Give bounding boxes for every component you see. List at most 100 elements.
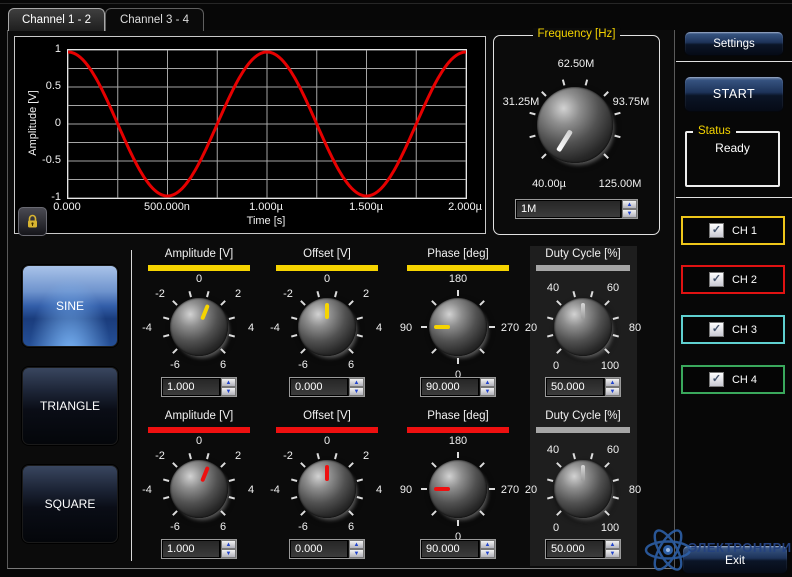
knob-pointer — [554, 460, 612, 518]
ch4-enable[interactable]: ✓ CH 4 — [681, 365, 785, 394]
scale-label: 6 — [348, 521, 354, 533]
scale-label: 0 — [324, 435, 330, 447]
ch1-offset-block: Offset [V] 0 -2 2 -4 4 -6 6 0.000 ▲▼ — [267, 248, 387, 382]
spinner-down-icon[interactable]: ▼ — [221, 549, 236, 558]
spinner-up-icon[interactable]: ▲ — [221, 378, 236, 387]
scale-label: 80 — [629, 322, 641, 334]
ch1-phase-input-group: 90.000 ▲▼ — [420, 377, 496, 397]
scale-label: -4 — [270, 484, 280, 496]
right-panel-divider — [676, 197, 792, 198]
frequency-panel: Frequency [Hz] 62.50M 31.25M 93.75M 40.0… — [493, 35, 660, 235]
spinner-up-icon[interactable]: ▲ — [605, 378, 620, 387]
ch1-label: CH 1 — [732, 225, 757, 237]
ch1-offset-input[interactable]: 0.000 — [290, 378, 348, 396]
ch1-amplitude-input-group: 1.000 ▲▼ — [161, 377, 237, 397]
scale-label: -2 — [155, 288, 165, 300]
ch2-phase-knob[interactable] — [429, 460, 487, 518]
knob-pointer — [429, 460, 487, 518]
ch2-amplitude-knob[interactable] — [170, 460, 228, 518]
spinner-down-icon[interactable]: ▼ — [605, 549, 620, 558]
ch1-duty-input[interactable]: 50.000 — [546, 378, 604, 396]
freq-scale-bottom-left: 40.00µ — [532, 178, 566, 190]
scale-label: 6 — [348, 359, 354, 371]
knob-title: Offset [V] — [267, 248, 387, 262]
ch3-enable[interactable]: ✓ CH 3 — [681, 315, 785, 344]
sine-button[interactable]: SINE — [22, 265, 118, 347]
scale-label: 4 — [248, 484, 254, 496]
knob-title: Phase [deg] — [398, 248, 518, 262]
scale-label: -6 — [170, 521, 180, 533]
knob-pointer — [298, 298, 356, 356]
ch2-amplitude-input[interactable]: 1.000 — [162, 540, 220, 558]
exit-button[interactable]: Exit — [682, 545, 788, 574]
ch2-phase-input[interactable]: 90.000 — [421, 540, 479, 558]
spinner-down-icon[interactable]: ▼ — [349, 549, 364, 558]
ch1-amplitude-knob[interactable] — [170, 298, 228, 356]
settings-button[interactable]: Settings — [684, 31, 784, 56]
x-axis-title: Time [s] — [186, 215, 346, 227]
spinner-down-icon[interactable]: ▼ — [480, 387, 495, 396]
ch2-offset-knob[interactable] — [298, 460, 356, 518]
start-button[interactable]: START — [684, 76, 784, 112]
spinner-up-icon[interactable]: ▲ — [480, 378, 495, 387]
spinner-down-icon[interactable]: ▼ — [622, 209, 637, 218]
knob-title: Duty Cycle [%] — [528, 248, 638, 262]
ch1-enable[interactable]: ✓ CH 1 — [681, 216, 785, 245]
ch1-offset-knob[interactable] — [298, 298, 356, 356]
scale-label: 40 — [547, 444, 559, 456]
square-button[interactable]: SQUARE — [22, 465, 118, 543]
scale-label: -6 — [170, 359, 180, 371]
spinner-up-icon[interactable]: ▲ — [349, 378, 364, 387]
scale-label: -4 — [142, 322, 152, 334]
scale-label: 4 — [376, 322, 382, 334]
graph-lock-button[interactable] — [18, 207, 47, 236]
ch2-accent-bar — [407, 427, 509, 433]
ch4-checkbox[interactable]: ✓ — [709, 372, 724, 387]
ch1-phase-block: Phase [deg] 180 90 270 0 90.000 ▲▼ — [398, 248, 518, 382]
scale-label: 2 — [363, 288, 369, 300]
knob-pointer — [298, 460, 356, 518]
tab-channel-1-2[interactable]: Channel 1 - 2 — [8, 8, 105, 31]
ch1-checkbox[interactable]: ✓ — [709, 223, 724, 238]
ch1-amplitude-input[interactable]: 1.000 — [162, 378, 220, 396]
scale-label: 0 — [553, 360, 559, 372]
spinner-up-icon[interactable]: ▲ — [605, 540, 620, 549]
spinner-up-icon[interactable]: ▲ — [622, 200, 637, 209]
spinner-up-icon[interactable]: ▲ — [349, 540, 364, 549]
scale-label: 270 — [501, 484, 519, 496]
ch2-checkbox[interactable]: ✓ — [709, 272, 724, 287]
ch2-offset-input[interactable]: 0.000 — [290, 540, 348, 558]
frequency-knob[interactable] — [537, 87, 613, 163]
frequency-panel-title: Frequency [Hz] — [533, 28, 621, 40]
ch1-phase-input[interactable]: 90.000 — [421, 378, 479, 396]
knob-title: Duty Cycle [%] — [528, 410, 638, 424]
spinner-down-icon[interactable]: ▼ — [349, 387, 364, 396]
scale-label: 60 — [607, 444, 619, 456]
ch1-offset-input-group: 0.000 ▲▼ — [289, 377, 365, 397]
ch1-phase-knob[interactable] — [429, 298, 487, 356]
spinner-down-icon[interactable]: ▼ — [480, 549, 495, 558]
waveform-graph: Amplitude [V] 1 0.5 0 -0.5 -1 0.000 500.… — [14, 36, 486, 234]
scale-label: 2 — [235, 288, 241, 300]
atom-logo-icon — [641, 523, 695, 577]
ch2-enable[interactable]: ✓ CH 2 — [681, 265, 785, 294]
ch3-checkbox[interactable]: ✓ — [709, 322, 724, 337]
frequency-input[interactable]: 1M — [516, 200, 621, 218]
ch1-accent-bar — [407, 265, 509, 271]
ch2-amplitude-block: Amplitude [V] 0 -2 2 -4 4 -6 6 1.000 ▲▼ — [139, 410, 259, 544]
spinner-up-icon[interactable]: ▲ — [221, 540, 236, 549]
frequency-input-group: 1M ▲ ▼ — [515, 199, 638, 219]
tab-channel-3-4[interactable]: Channel 3 - 4 — [105, 8, 204, 31]
ch2-phase-block: Phase [deg] 180 90 270 0 90.000 ▲▼ — [398, 410, 518, 544]
scale-label: -2 — [283, 288, 293, 300]
ch2-duty-cycle-knob[interactable] — [554, 460, 612, 518]
spinner-up-icon[interactable]: ▲ — [480, 540, 495, 549]
ch2-duty-input[interactable]: 50.000 — [546, 540, 604, 558]
triangle-button[interactable]: TRIANGLE — [22, 367, 118, 445]
ch1-duty-cycle-knob[interactable] — [554, 298, 612, 356]
spinner-down-icon[interactable]: ▼ — [221, 387, 236, 396]
spinner-down-icon[interactable]: ▼ — [605, 387, 620, 396]
scale-label: 2 — [363, 450, 369, 462]
duty-accent-bar — [536, 265, 630, 271]
freq-scale-upper-left: 31.25M — [503, 96, 540, 108]
